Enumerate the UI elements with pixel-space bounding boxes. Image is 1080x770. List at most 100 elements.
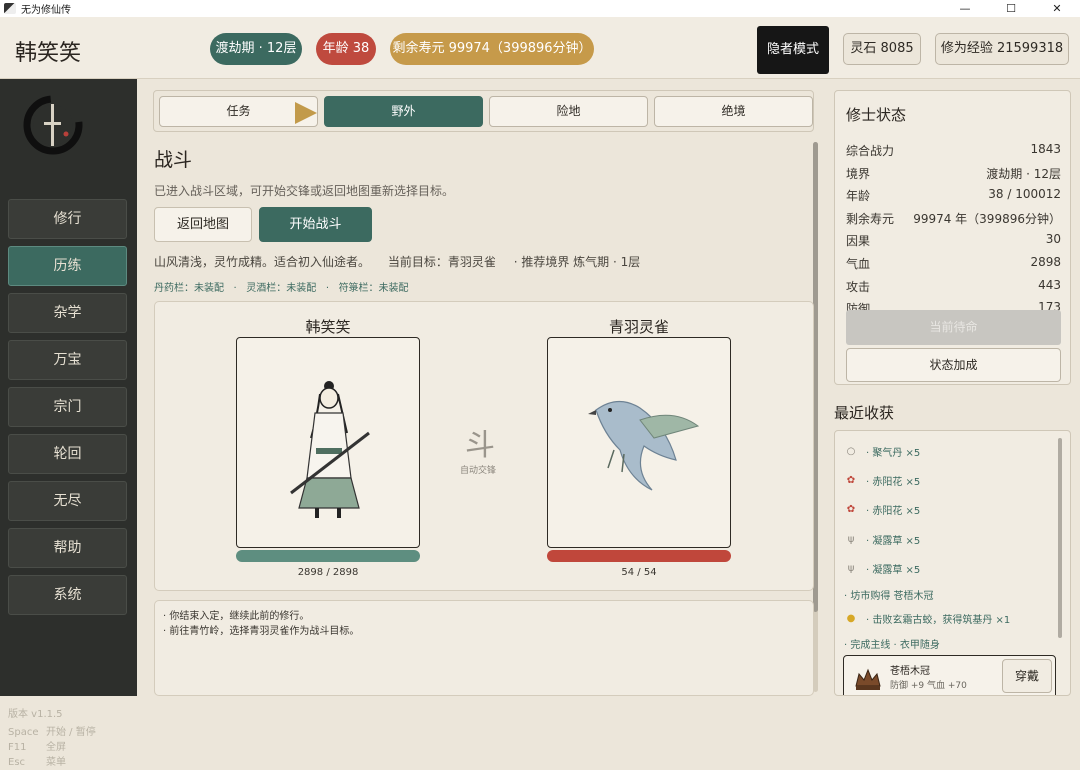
maximize-button[interactable]: ☐ [988, 0, 1034, 17]
recent-gains-title: 最近收获 [834, 404, 895, 422]
separator: · [319, 283, 336, 294]
version-label: 版本 v1.1.5 [8, 709, 63, 720]
item-name: 苍梧木冠 [890, 666, 930, 677]
status-row: 剩余寿元 99974 年（399896分钟） [846, 210, 1061, 227]
sidebar-item[interactable]: 万宝 [8, 340, 127, 380]
status-label: 因果 [846, 234, 871, 249]
enemy-hp-text: 54 / 54 [621, 567, 657, 578]
status-row: 因果 30 [846, 232, 1061, 249]
recent-item: ● · 击败玄霜古蛟，获得筑基丹 ×1 [844, 611, 1011, 627]
status-row: 气血 2898 [846, 255, 1061, 272]
herb-icon: ψ [847, 562, 855, 574]
key-hints: Space 开始 / 暂停 F11 全屏 Esc 菜单 [8, 725, 96, 770]
bird-portrait-icon [588, 400, 700, 491]
battle-log: · 你结束入定，继续此前的修行。 · 前往青竹岭，选择青羽灵雀作为战斗目标。 [154, 600, 814, 696]
tab-desperate[interactable]: 绝境 [654, 96, 813, 127]
hermit-mode-button[interactable]: 隐者模式 [757, 26, 829, 74]
status-bonus-button[interactable]: 状态加成 [846, 348, 1061, 382]
enemy-name: 青羽灵雀 [608, 318, 669, 336]
herb-icon: ψ [847, 533, 855, 545]
equip-button[interactable]: 穿戴 [1002, 659, 1052, 693]
recent-item: ψ · 凝露草 ×5 [844, 532, 921, 548]
right-panel: 修士状态 综合战力 1843 境界 渡劫期 · 12层 年龄 38 / 100012 剩余寿… [822, 79, 1080, 696]
player-hp-text: 2898 / 2898 [297, 567, 359, 578]
recent-item-text: · 完成主线 · 衣甲随身 [844, 640, 940, 651]
sidebar-item[interactable]: 历练 [8, 246, 127, 286]
battle-info: 山风清浅，灵竹成精。适合初入仙途者。 当前目标：青羽灵雀 · 推荐境界 炼气期 … [154, 253, 654, 270]
recent-item-text: · 坊市购得 苍梧木冠 [844, 591, 934, 602]
flower-icon: ✿ [846, 474, 856, 486]
tab-wild[interactable]: 野外 [324, 96, 483, 127]
cultivator-portrait-icon [290, 381, 370, 518]
sidebar-item[interactable]: 帮助 [8, 528, 127, 568]
sidebar-item[interactable]: 无尽 [8, 481, 127, 521]
versus-glyph: 斗 [465, 428, 495, 463]
recent-item-text: · 凝露草 ×5 [866, 565, 921, 576]
sidebar-item[interactable]: 修行 [8, 199, 127, 239]
status-value: 30 [1045, 232, 1061, 247]
enemy-hp-fill [547, 550, 731, 562]
status-label: 年龄 [846, 189, 871, 204]
recent-item-text: · 凝露草 ×5 [866, 536, 921, 547]
status-row: 攻击 443 [846, 278, 1061, 295]
cultivator-status: 修士状态 综合战力 1843 境界 渡劫期 · 12层 年龄 38 / 100012 剩余寿… [834, 90, 1071, 385]
recent-item: · 坊市购得 苍梧木冠 [844, 587, 934, 602]
realm-badge: 渡劫期 · 12层 [210, 33, 302, 65]
recent-item: ✿ · 赤阳花 ×5 [844, 473, 921, 489]
recent-item-text: · 击败玄霜古蛟，获得筑基丹 ×1 [866, 615, 1011, 626]
target-text: 当前目标：青羽灵雀 [387, 255, 496, 269]
status-value: 渡劫期 · 12层 [986, 166, 1061, 181]
status-label: 境界 [846, 166, 871, 181]
recent-item: · 完成主线 · 衣甲随身 [844, 636, 940, 651]
top-header: 韩笑笑 渡劫期 · 12层 年龄 38 剩余寿元 99974（399896分钟）… [0, 17, 1080, 79]
status-value: 2898 [1030, 255, 1061, 269]
close-button[interactable]: ✕ [1034, 0, 1080, 17]
pill-slot: 丹药栏：未装配 [154, 283, 224, 294]
title-bar: 无为修仙传 — ☐ ✕ [0, 0, 1080, 17]
equip-slots: 丹药栏：未装配 · 灵酒栏：未装配 · 符箓栏：未装配 [154, 279, 409, 294]
tab-danger[interactable]: 险地 [489, 96, 648, 127]
player-hp-fill [236, 550, 420, 562]
sidebar-item[interactable]: 杂学 [8, 293, 127, 333]
return-map-button[interactable]: 返回地图 [154, 207, 252, 242]
battle-description: 已进入战斗区域，可开始交锋或返回地图重新选择目标。 [154, 184, 455, 198]
start-battle-button[interactable]: 开始战斗 [259, 207, 372, 242]
main-panel: 任务 野外 险地 绝境 战斗 已进入战斗区域，可开始交锋或返回地图重新选择目标。… [137, 79, 822, 696]
sidebar-item[interactable]: 宗门 [8, 387, 127, 427]
pointer-arrow-icon [295, 102, 317, 124]
status-row: 境界 渡劫期 · 12层 [846, 165, 1061, 182]
recent-item-text: · 赤阳花 ×5 [866, 477, 921, 488]
sidebar-item[interactable]: 系统 [8, 575, 127, 615]
recent-item-text: · 聚气丹 ×5 [866, 448, 921, 459]
sidebar: 修行历练杂学万宝宗门轮回无尽帮助系统 版本 v1.1.5 Space 开始 / 暂… [0, 79, 137, 768]
recent-gains-list: ○ · 聚气丹 ×5 ✿ · 赤阳花 ×5 ✿ · 赤阳花 ×5 ψ · 凝露草 ×5 ψ · 凝… [834, 430, 1071, 696]
key-action: 开始 / 暂停 [46, 727, 96, 738]
status-label: 攻击 [846, 279, 871, 294]
flower-icon: ✿ [846, 503, 856, 515]
spirit-stone-display: 灵石 8085 [843, 33, 921, 65]
app-icon [4, 3, 16, 14]
key-name: Space [8, 727, 39, 738]
battle-title: 战斗 [154, 149, 193, 171]
tab-bar: 任务 野外 险地 绝境 [153, 90, 814, 132]
pill-icon: ○ [846, 445, 856, 457]
logo-icon [23, 95, 83, 155]
standby-button: 当前待命 [846, 310, 1061, 345]
environment-text: 山风清浅，灵竹成精。适合初入仙途者。 [154, 255, 371, 269]
status-label: 剩余寿元 [846, 211, 895, 226]
recent-item: ✿ · 赤阳花 ×5 [844, 502, 920, 518]
key-action: 菜单 [46, 757, 66, 768]
crown-icon [855, 668, 881, 690]
status-value: 1843 [1030, 142, 1061, 156]
auto-battle-label: 自动交锋 [460, 466, 497, 476]
enemy-hp-bar [547, 550, 731, 562]
minimize-button[interactable]: — [942, 0, 988, 17]
status-row: 年龄 38 / 100012 [846, 187, 1061, 204]
item-stats: 防御 +9 气血 +70 [890, 681, 967, 691]
key-name: Esc [8, 757, 26, 768]
log-line: · 你结束入定，继续此前的修行。 [163, 611, 310, 622]
recent-scrollbar[interactable] [1058, 438, 1062, 638]
sidebar-item[interactable]: 轮回 [8, 434, 127, 474]
log-line: · 前往青竹岭，选择青羽灵雀作为战斗目标。 [163, 626, 360, 637]
separator: · [227, 283, 244, 294]
